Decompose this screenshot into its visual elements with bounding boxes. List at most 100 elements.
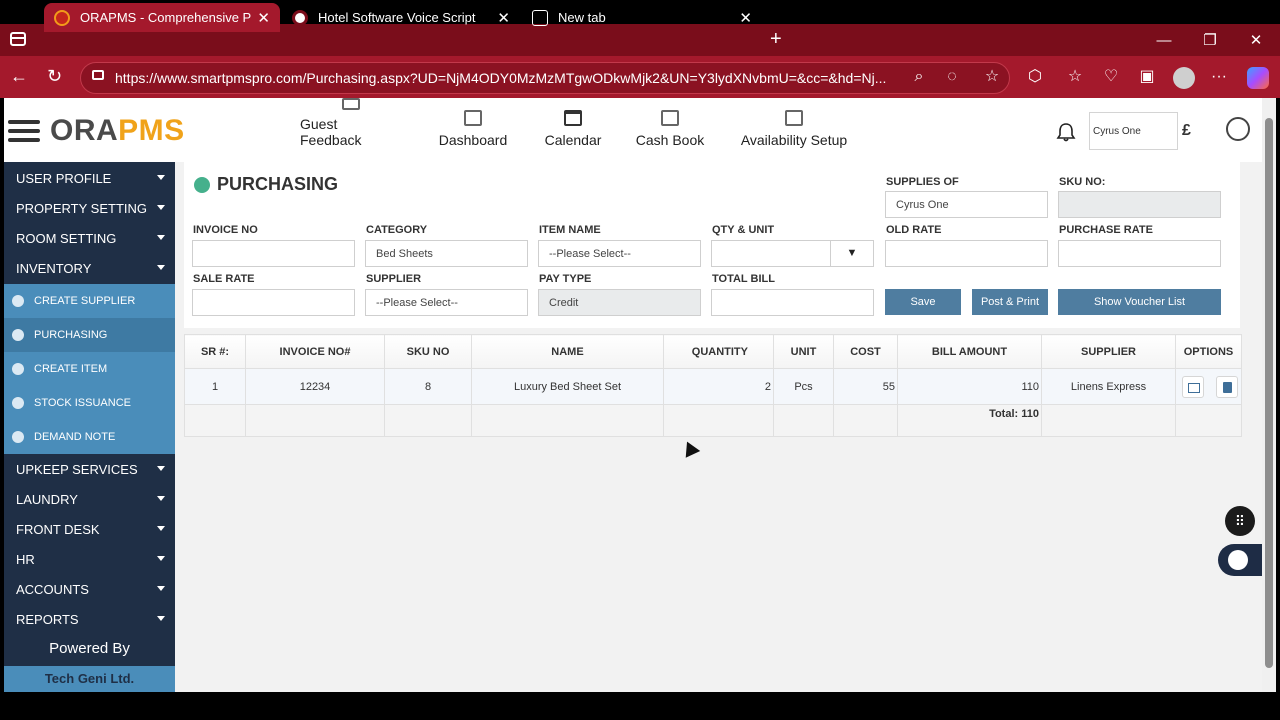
nav-cash-book[interactable]: Cash Book — [634, 98, 706, 162]
column-header: OPTIONS — [1175, 334, 1242, 369]
cell-supplier: Linens Express — [1041, 368, 1176, 405]
total-bill-input[interactable] — [711, 289, 874, 316]
invoice-input[interactable] — [192, 240, 355, 267]
tab-close-icon[interactable]: ✕ — [257, 9, 270, 27]
sidebar-item-front-desk[interactable]: FRONT DESK — [4, 514, 175, 544]
sidebar-item-upkeep-services[interactable]: UPKEEP SERVICES — [4, 454, 175, 484]
tab-orapms[interactable]: ORAPMS - Comprehensive Proper ✕ — [44, 3, 280, 32]
tab-title: Hotel Software Voice Script — [318, 10, 476, 25]
tab-close-icon[interactable]: ✕ — [739, 9, 752, 27]
caret-down-icon — [157, 616, 165, 621]
column-header: SKU NO — [384, 334, 472, 369]
sidebar-item-reports[interactable]: REPORTS — [4, 604, 175, 634]
purchasing-title-icon — [194, 176, 210, 193]
old-rate-input[interactable] — [885, 240, 1048, 267]
notification-bell-icon[interactable] — [1056, 122, 1076, 142]
browser-profile-icon[interactable] — [1173, 67, 1195, 89]
feedback-icon — [342, 98, 360, 110]
sale-rate-input[interactable] — [192, 289, 355, 316]
nav-guest-feedback[interactable]: Guest Feedback — [300, 98, 402, 162]
extensions-icon[interactable]: ⬡ — [1026, 68, 1044, 86]
caret-down-icon — [157, 175, 165, 180]
cell-unit: Pcs — [773, 368, 834, 405]
powered-by-label: Powered By — [49, 640, 130, 657]
create-item-icon — [12, 363, 24, 375]
sidebar-sub-stock-issuance[interactable]: STOCK ISSUANCE — [4, 386, 175, 420]
favorite-star-icon[interactable]: ☆ — [983, 68, 1001, 86]
sku-input[interactable] — [1058, 191, 1221, 218]
caret-down-icon — [157, 265, 165, 270]
supplies-of-label: SUPPLIES OF — [886, 176, 959, 188]
sidebar-toggle-icon[interactable] — [10, 32, 26, 46]
sidebar-item-laundry[interactable]: LAUNDRY — [4, 484, 175, 514]
window-close-icon[interactable]: ✕ — [1233, 24, 1279, 56]
old-rate-label: OLD RATE — [886, 224, 942, 236]
read-aloud-icon[interactable]: ◌ — [943, 68, 961, 86]
sidebar-item-inventory[interactable]: INVENTORY — [4, 253, 175, 283]
sidebar-item-room-setting[interactable]: ROOM SETTING — [4, 223, 175, 253]
tab-close-icon[interactable]: ✕ — [497, 9, 510, 27]
dashboard-icon — [464, 110, 482, 126]
caret-down-icon — [157, 496, 165, 501]
sidebar-sub-demand-note[interactable]: DEMAND NOTE — [4, 420, 175, 454]
sidebar-item-user-profile[interactable]: USER PROFILE — [4, 163, 175, 193]
health-icon[interactable]: ♡ — [1102, 68, 1120, 86]
page-scrollbar[interactable] — [1262, 98, 1276, 692]
orapms-favicon-icon — [54, 9, 70, 26]
new-tab-button[interactable]: + — [770, 28, 782, 51]
tab-voice-script[interactable]: Hotel Software Voice Script ✕ — [282, 3, 520, 32]
back-icon[interactable]: ← — [10, 66, 28, 87]
edit-icon[interactable] — [1182, 375, 1204, 398]
pay-type-select[interactable]: Credit — [538, 289, 701, 316]
sidebar-sub-create-supplier[interactable]: CREATE SUPPLIER — [4, 284, 175, 318]
supplier-select[interactable]: --Please Select-- — [365, 289, 528, 316]
sidebar-item-hr[interactable]: HR — [4, 544, 175, 574]
property-selector[interactable]: Cyrus One — [1089, 112, 1178, 150]
purchase-rate-input[interactable] — [1058, 240, 1221, 267]
sidebar-sub-create-item[interactable]: CREATE ITEM — [4, 352, 175, 386]
new-tab-favicon-icon — [532, 9, 548, 26]
nav-calendar[interactable]: Calendar — [542, 98, 604, 162]
sidebar-sub-purchasing[interactable]: PURCHASING — [4, 318, 175, 352]
sidebar: USER PROFILE PROPERTY SETTING ROOM SETTI… — [4, 162, 175, 692]
sale-rate-label: SALE RATE — [193, 273, 255, 285]
supplies-of-input[interactable]: Cyrus One — [885, 191, 1048, 218]
sidebar-item-property-setting[interactable]: PROPERTY SETTING — [4, 193, 175, 223]
currency-symbol[interactable]: £ — [1182, 122, 1191, 140]
column-header: SUPPLIER — [1041, 334, 1176, 369]
reload-icon[interactable]: ↻ — [47, 66, 62, 87]
category-select[interactable]: Bed Sheets — [365, 240, 528, 267]
hamburger-menu-icon[interactable] — [8, 120, 40, 142]
unit-dropdown[interactable]: ▼ — [830, 240, 874, 267]
column-header: UNIT — [773, 334, 834, 369]
post-print-button[interactable]: Post & Print — [972, 289, 1048, 315]
zoom-icon[interactable]: ⌕ — [910, 68, 928, 86]
cell-cost: 55 — [833, 368, 898, 405]
item-name-select[interactable]: --Please Select-- — [538, 240, 701, 267]
column-header: SR #: — [184, 334, 246, 369]
purchase-table: SR #: INVOICE NO# SKU NO NAME QUANTITY U… — [184, 334, 1242, 437]
column-header: COST — [833, 334, 898, 369]
nav-availability-setup[interactable]: Availability Setup — [738, 98, 850, 162]
nav-dashboard[interactable]: Dashboard — [436, 98, 510, 162]
show-voucher-list-button[interactable]: Show Voucher List — [1058, 289, 1221, 315]
save-button[interactable]: Save — [885, 289, 961, 315]
minimize-icon[interactable]: — — [1141, 24, 1187, 56]
qty-input[interactable] — [711, 240, 831, 267]
tab-new-tab[interactable]: New tab ✕ — [522, 3, 762, 32]
delete-icon[interactable] — [1216, 375, 1238, 398]
qty-unit-label: QTY & UNIT — [712, 224, 775, 236]
sidebar-item-accounts[interactable]: ACCOUNTS — [4, 574, 175, 604]
column-header: INVOICE NO# — [245, 334, 385, 369]
screenshot-icon[interactable]: ▣ — [1138, 68, 1156, 86]
copilot-icon[interactable] — [1247, 67, 1269, 89]
chat-assistant-icon[interactable] — [1218, 544, 1262, 576]
favorites-icon[interactable]: ☆ — [1066, 68, 1084, 86]
scroll-thumb[interactable] — [1265, 118, 1273, 668]
user-account-icon[interactable] — [1226, 117, 1250, 141]
maximize-icon[interactable]: ❐ — [1187, 24, 1233, 56]
more-menu-icon[interactable]: ··· — [1210, 68, 1228, 86]
apps-grid-icon[interactable]: ⠿ — [1225, 506, 1255, 536]
table-header-row: SR #: INVOICE NO# SKU NO NAME QUANTITY U… — [184, 334, 1242, 369]
address-bar[interactable]: https://www.smartpmspro.com/Purchasing.a… — [80, 62, 1010, 94]
